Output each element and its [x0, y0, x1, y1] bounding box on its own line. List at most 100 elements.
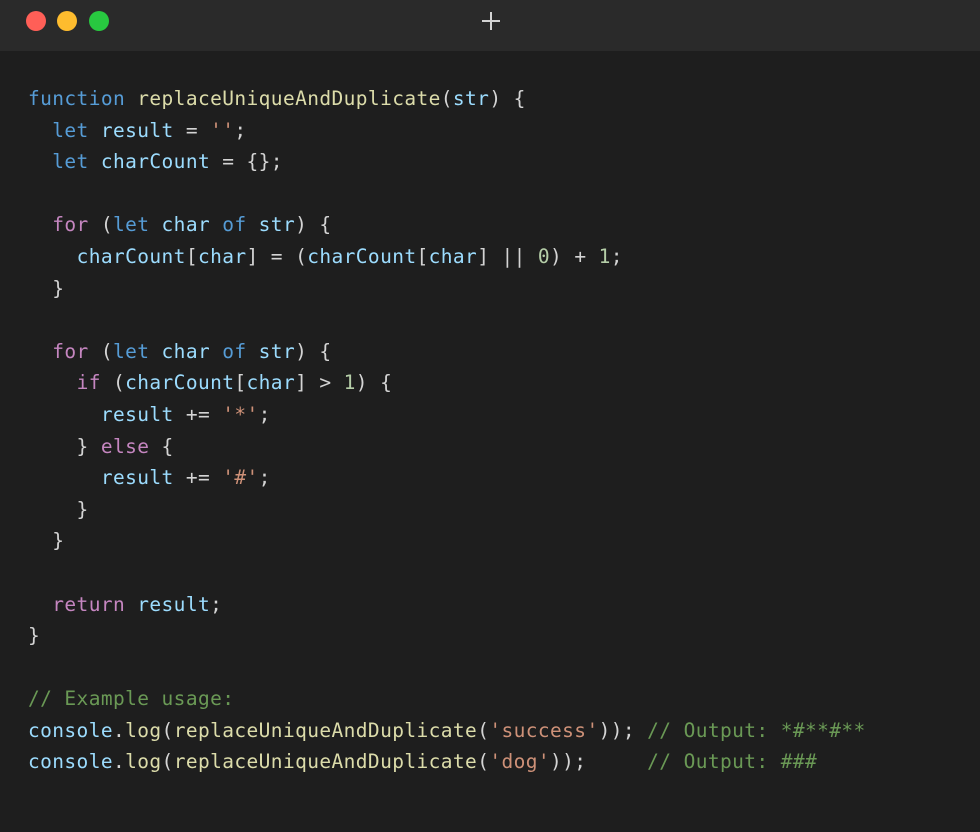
code-token: replaceUniqueAndDuplicate — [173, 718, 478, 742]
code-line: } — [28, 525, 980, 557]
code-token: ( — [88, 339, 113, 363]
code-token: if — [76, 371, 101, 395]
code-token: ] > — [295, 371, 344, 395]
code-line: for (let char of str) { — [28, 209, 980, 241]
code-token: str — [258, 339, 296, 363]
minimize-window-button[interactable] — [57, 11, 77, 31]
code-line: if (charCount[char] > 1) { — [28, 367, 980, 399]
code-token: char — [161, 339, 211, 363]
code-token: charCount — [307, 244, 417, 268]
code-token: += — [173, 466, 223, 490]
code-token: ) { — [295, 339, 332, 363]
code-editor[interactable]: function replaceUniqueAndDuplicate(str) … — [28, 83, 980, 778]
code-token: ] = ( — [246, 244, 308, 268]
code-token: '' — [210, 118, 235, 142]
code-token: '*' — [222, 402, 259, 426]
code-token: )); — [550, 750, 587, 774]
code-token: of — [222, 213, 247, 237]
code-token: += — [173, 402, 223, 426]
code-token: // Output: ### — [647, 750, 818, 774]
code-token: } — [28, 624, 41, 648]
code-token: str — [452, 87, 490, 110]
code-token: ( — [100, 371, 126, 395]
code-token: return — [52, 592, 126, 616]
code-token: } — [28, 529, 65, 553]
code-line: } — [28, 494, 980, 526]
code-token: ( — [477, 718, 490, 742]
code-token: ( — [88, 213, 113, 237]
code-token: log — [125, 718, 162, 742]
code-token: 'dog' — [489, 750, 551, 774]
code-line: let result = ''; — [28, 115, 980, 147]
code-token: [ — [234, 371, 247, 395]
code-token: } — [28, 276, 65, 300]
window-titlebar — [0, 0, 980, 51]
code-line: console.log(replaceUniqueAndDuplicate('s… — [28, 715, 980, 747]
code-token: ) { — [489, 87, 526, 110]
code-token: of — [222, 339, 247, 363]
plus-icon[interactable] — [480, 10, 502, 32]
code-token: ] || — [477, 244, 538, 268]
maximize-window-button[interactable] — [89, 11, 109, 31]
code-token: 0 — [537, 244, 551, 268]
code-token: 1 — [598, 244, 611, 268]
code-token: console — [28, 750, 113, 774]
code-token: = {}; — [210, 150, 283, 174]
code-token: = — [173, 118, 211, 142]
code-line: result += '#'; — [28, 462, 980, 494]
code-token: let — [112, 213, 150, 237]
code-token: char — [197, 244, 247, 268]
code-token: ( — [161, 750, 174, 774]
code-token: // Output: *#**#** — [647, 718, 866, 742]
code-token: charCount — [76, 244, 186, 268]
close-window-button[interactable] — [26, 11, 46, 31]
code-token: ( — [440, 87, 453, 110]
code-token: ; — [258, 466, 271, 490]
code-token: ; — [610, 244, 623, 268]
code-token: )); — [598, 718, 636, 742]
code-token: 'success' — [489, 718, 599, 742]
code-token: ; — [234, 118, 247, 142]
code-line: } — [28, 273, 980, 305]
code-line: console.log(replaceUniqueAndDuplicate('d… — [28, 746, 980, 778]
code-token: result — [137, 592, 211, 616]
code-line: } — [28, 620, 980, 652]
code-token: { — [149, 434, 174, 458]
code-token: ) { — [355, 371, 393, 395]
code-token: ( — [477, 750, 490, 774]
code-line: result += '*'; — [28, 399, 980, 431]
code-token: . — [112, 718, 126, 742]
code-token: char — [246, 371, 296, 395]
code-line: return result; — [28, 589, 980, 621]
code-line: let charCount = {}; — [28, 146, 980, 178]
code-token: result — [100, 402, 174, 426]
code-token: str — [258, 213, 296, 237]
code-line: // Example usage: — [28, 683, 980, 715]
code-token: } — [28, 434, 101, 458]
code-token: for — [52, 213, 89, 237]
code-token: let — [52, 150, 89, 174]
code-line: function replaceUniqueAndDuplicate(str) … — [28, 83, 980, 115]
code-line: for (let char of str) { — [28, 336, 980, 368]
